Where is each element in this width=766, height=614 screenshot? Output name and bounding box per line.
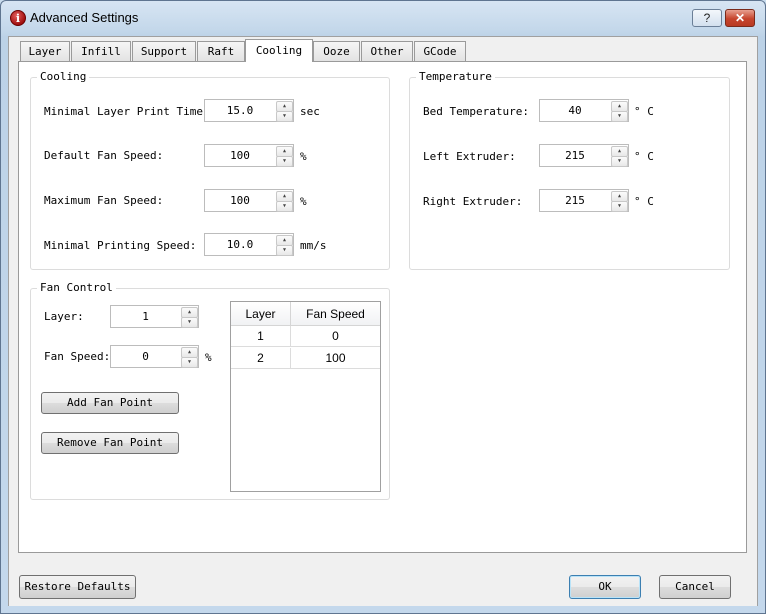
min-layer-time-spinbox[interactable]: 15.0 ▲ ▼: [204, 99, 294, 122]
tab-cooling[interactable]: Cooling: [245, 39, 313, 62]
tab-raft[interactable]: Raft: [197, 41, 245, 61]
left-extruder-unit: ° C: [634, 150, 654, 163]
add-fan-point-button[interactable]: Add Fan Point: [41, 392, 179, 414]
fan-speed-value[interactable]: 0: [111, 346, 180, 367]
tab-infill[interactable]: Infill: [71, 41, 131, 61]
spin-down-icon[interactable]: ▼: [276, 201, 293, 212]
title-bar[interactable]: i Advanced Settings ? ✕: [0, 0, 766, 36]
app-info-icon: i: [10, 10, 26, 26]
min-layer-time-unit: sec: [300, 105, 320, 118]
table-row[interactable]: 2 100: [231, 348, 380, 370]
fan-speed-label: Fan Speed:: [44, 350, 111, 363]
min-print-speed-value[interactable]: 10.0: [205, 234, 275, 255]
temperature-group-title: Temperature: [416, 70, 495, 83]
right-extruder-value[interactable]: 215: [540, 190, 610, 211]
spin-down-icon[interactable]: ▼: [611, 156, 628, 167]
default-fan-value[interactable]: 100: [205, 145, 275, 166]
spin-down-icon[interactable]: ▼: [181, 357, 198, 368]
fan-speed-unit: %: [205, 351, 212, 364]
min-print-speed-spinbox[interactable]: 10.0 ▲ ▼: [204, 233, 294, 256]
bed-temp-spinbox[interactable]: 40 ▲ ▼: [539, 99, 629, 122]
table-header-fan-speed[interactable]: Fan Speed: [291, 302, 380, 326]
spin-down-icon[interactable]: ▼: [276, 156, 293, 167]
min-print-speed-label: Minimal Printing Speed:: [44, 239, 197, 252]
default-fan-unit: %: [300, 150, 307, 163]
remove-fan-point-button[interactable]: Remove Fan Point: [41, 432, 179, 454]
spin-down-icon[interactable]: ▼: [611, 111, 628, 122]
min-layer-time-value[interactable]: 15.0: [205, 100, 275, 121]
default-fan-spinbox[interactable]: 100 ▲ ▼: [204, 144, 294, 167]
left-extruder-value[interactable]: 215: [540, 145, 610, 166]
cancel-button[interactable]: Cancel: [659, 575, 731, 599]
min-print-speed-unit: mm/s: [300, 239, 327, 252]
max-fan-unit: %: [300, 195, 307, 208]
spin-down-icon[interactable]: ▼: [181, 317, 198, 328]
table-header-layer[interactable]: Layer: [231, 302, 291, 326]
left-extruder-spinbox[interactable]: 215 ▲ ▼: [539, 144, 629, 167]
right-extruder-unit: ° C: [634, 195, 654, 208]
window-title: Advanced Settings: [30, 10, 139, 25]
table-cell-layer[interactable]: 2: [231, 348, 291, 369]
min-layer-time-label: Minimal Layer Print Time:: [44, 105, 210, 118]
restore-defaults-button[interactable]: Restore Defaults: [19, 575, 136, 599]
table-cell-fan-speed[interactable]: 0: [291, 326, 380, 347]
fan-control-group-title: Fan Control: [37, 281, 116, 294]
fan-layer-spinbox[interactable]: 1 ▲ ▼: [110, 305, 199, 328]
bed-temp-unit: ° C: [634, 105, 654, 118]
right-extruder-spinbox[interactable]: 215 ▲ ▼: [539, 189, 629, 212]
right-extruder-label: Right Extruder:: [423, 195, 523, 208]
ok-button[interactable]: OK: [569, 575, 641, 599]
spin-down-icon[interactable]: ▼: [276, 245, 293, 256]
default-fan-label: Default Fan Speed:: [44, 149, 164, 162]
spin-down-icon[interactable]: ▼: [276, 111, 293, 122]
tab-ooze[interactable]: Ooze: [313, 41, 360, 61]
fan-layer-value[interactable]: 1: [111, 306, 180, 327]
table-cell-fan-speed[interactable]: 100: [291, 348, 380, 369]
max-fan-spinbox[interactable]: 100 ▲ ▼: [204, 189, 294, 212]
tab-gcode[interactable]: GCode: [414, 41, 466, 61]
spin-down-icon[interactable]: ▼: [611, 201, 628, 212]
fan-layer-label: Layer:: [44, 310, 84, 323]
bed-temp-label: Bed Temperature:: [423, 105, 529, 118]
left-extruder-label: Left Extruder:: [423, 150, 516, 163]
tab-other[interactable]: Other: [361, 41, 413, 61]
tab-support[interactable]: Support: [132, 41, 196, 61]
cooling-group-title: Cooling: [37, 70, 90, 83]
table-cell-layer[interactable]: 1: [231, 326, 291, 347]
table-row[interactable]: 1 0: [231, 326, 380, 348]
help-button[interactable]: ?: [692, 9, 722, 27]
tab-layer[interactable]: Layer: [20, 41, 70, 61]
max-fan-value[interactable]: 100: [205, 190, 275, 211]
fan-points-table[interactable]: Layer Fan Speed 1 0 2 100: [230, 301, 381, 492]
close-button[interactable]: ✕: [725, 9, 755, 27]
fan-speed-spinbox[interactable]: 0 ▲ ▼: [110, 345, 199, 368]
bed-temp-value[interactable]: 40: [540, 100, 610, 121]
max-fan-label: Maximum Fan Speed:: [44, 194, 164, 207]
